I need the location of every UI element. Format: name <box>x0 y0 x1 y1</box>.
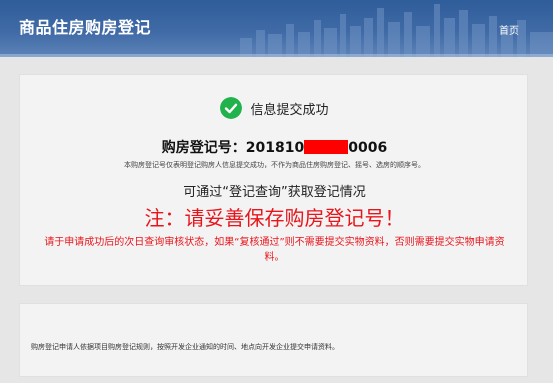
success-title: 信息提交成功 <box>250 102 329 118</box>
registration-suffix: 0006 <box>348 140 388 156</box>
site-header: 商品住房购房登记 首页 <box>0 0 553 57</box>
redaction-bar <box>304 140 349 154</box>
app-title: 商品住房购房登记 <box>19 18 152 37</box>
info-panel: 购房登记申请人依据项目购房登记规则，按照开发企业通知的时间、地点向开发企业提交申… <box>19 303 528 377</box>
info-text: 购房登记申请人依据项目购房登记规则，按照开发企业通知的时间、地点向开发企业提交申… <box>31 343 339 351</box>
success-row: 信息提交成功 <box>20 97 529 119</box>
check-circle-icon <box>220 97 243 119</box>
registration-note: 本购房登记号仅表明登记购房人信息提交成功，不作为商品住房购房登记、摇号、选房的顺… <box>124 161 425 169</box>
registration-number-row: 购房登记号：201810 0006 <box>20 137 529 157</box>
registration-prefix: 201810 <box>245 140 305 156</box>
registration-label: 购房登记号： <box>161 140 246 156</box>
query-hint: 可通过“登记查询”获取登记情况 <box>183 185 366 200</box>
nav-home-link[interactable]: 首页 <box>499 22 519 37</box>
result-panel: 信息提交成功 购房登记号：201810 0006 本购房登记号仅表明登记购房人信息… <box>19 74 528 286</box>
save-warning: 注：请妥善保存购房登记号！ <box>144 206 405 230</box>
warning-detail: 请于申请成功后的次日查询审核状态，如果“复核通过”则不需要提交实物资料，否则需要… <box>44 237 505 263</box>
